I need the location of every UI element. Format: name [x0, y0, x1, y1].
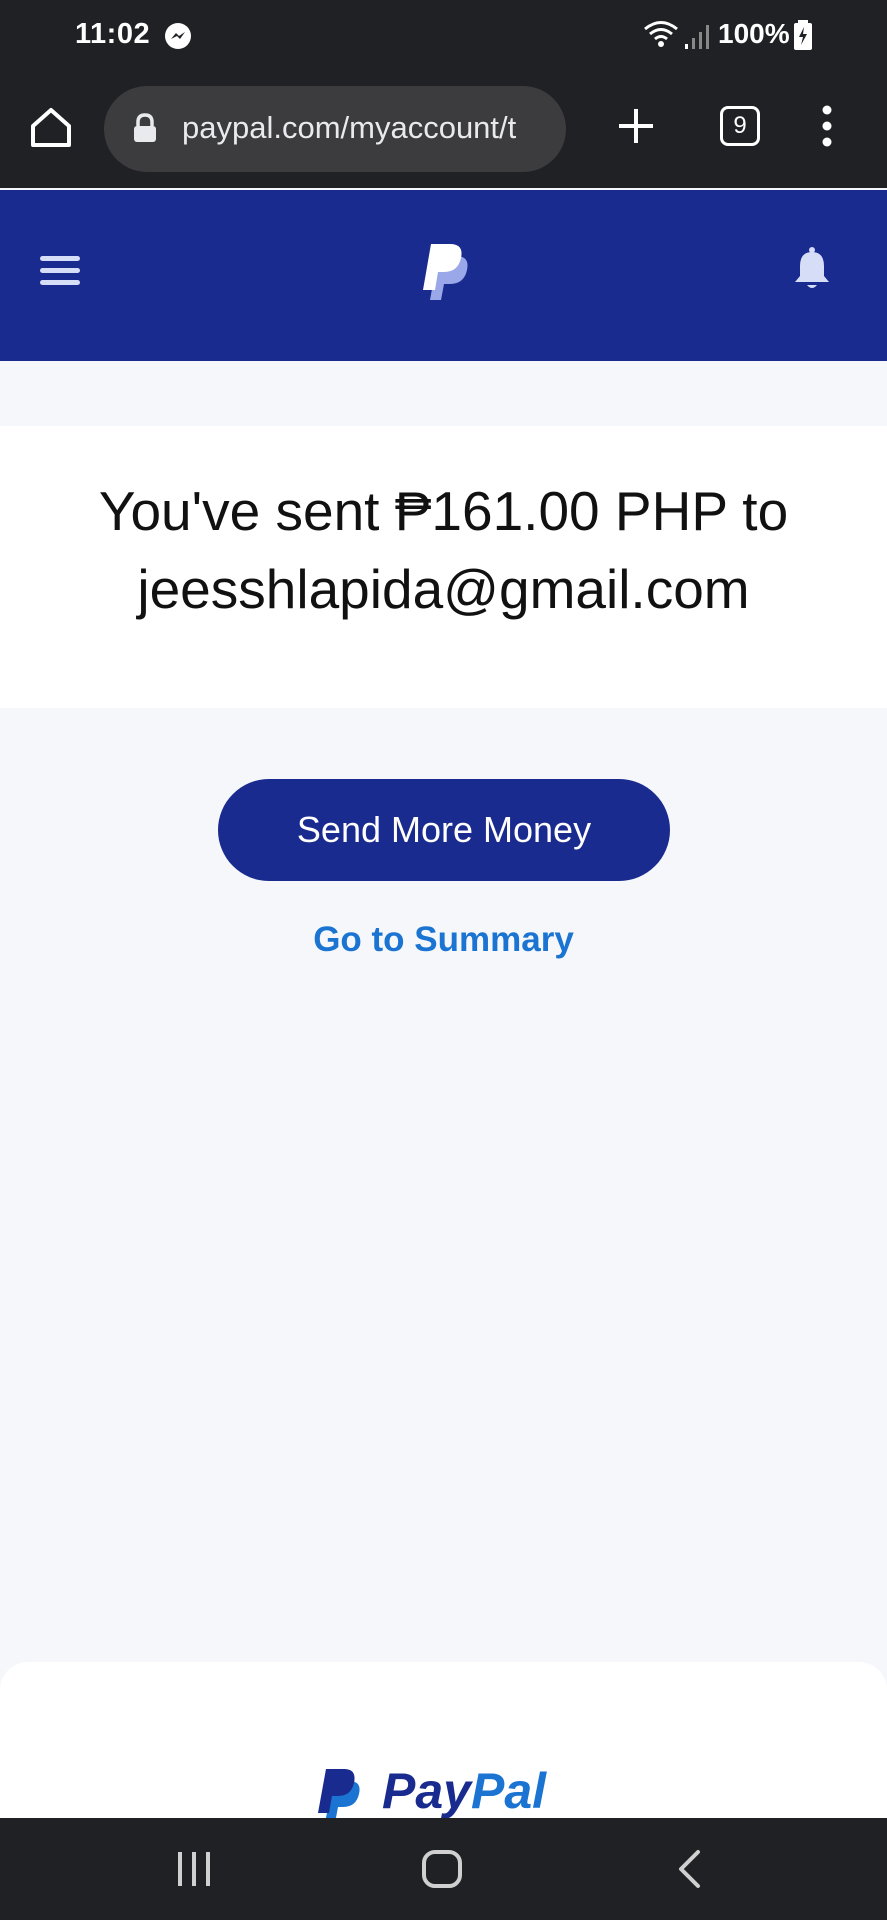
url-bar[interactable]: paypal.com/myaccount/t	[104, 86, 566, 172]
bell-icon[interactable]	[792, 246, 832, 292]
footer: PayPal	[0, 1662, 887, 1820]
confirmation-card: You've sent ₱161.00 PHP to jeesshlapida@…	[0, 426, 887, 708]
system-nav-bar	[0, 1818, 887, 1920]
go-to-summary-link[interactable]: Go to Summary	[0, 920, 887, 960]
paypal-wordmark: PayPal	[382, 1762, 546, 1820]
wifi-icon	[644, 21, 678, 47]
home-nav-icon[interactable]	[420, 1848, 464, 1890]
tabs-icon[interactable]: 9	[720, 106, 760, 146]
recent-apps-icon[interactable]	[172, 1850, 216, 1888]
messenger-icon	[165, 23, 191, 49]
menu-icon[interactable]	[40, 254, 82, 288]
battery-level: 100%	[718, 18, 790, 49]
confirmation-message: You've sent ₱161.00 PHP to jeesshlapida@…	[98, 480, 789, 620]
back-icon[interactable]	[674, 1848, 704, 1890]
paypal-footer-logo-icon	[318, 1769, 360, 1820]
paypal-header	[0, 190, 887, 361]
url-text: paypal.com/myaccount/t	[182, 110, 517, 145]
home-icon[interactable]	[28, 104, 74, 150]
browser-toolbar: paypal.com/myaccount/t 9	[0, 70, 887, 188]
plus-icon[interactable]	[616, 106, 656, 146]
signal-icon	[685, 25, 709, 49]
status-bar: 11:02 100%	[0, 0, 887, 70]
more-icon[interactable]	[814, 104, 840, 148]
lock-icon	[134, 113, 156, 142]
battery-icon	[794, 20, 812, 50]
wordmark-pal: Pal	[470, 1763, 547, 1819]
send-more-money-button[interactable]: Send More Money	[218, 779, 670, 881]
wordmark-pay: Pay	[382, 1763, 471, 1819]
status-time: 11:02	[75, 18, 151, 50]
paypal-logo[interactable]	[418, 240, 474, 304]
